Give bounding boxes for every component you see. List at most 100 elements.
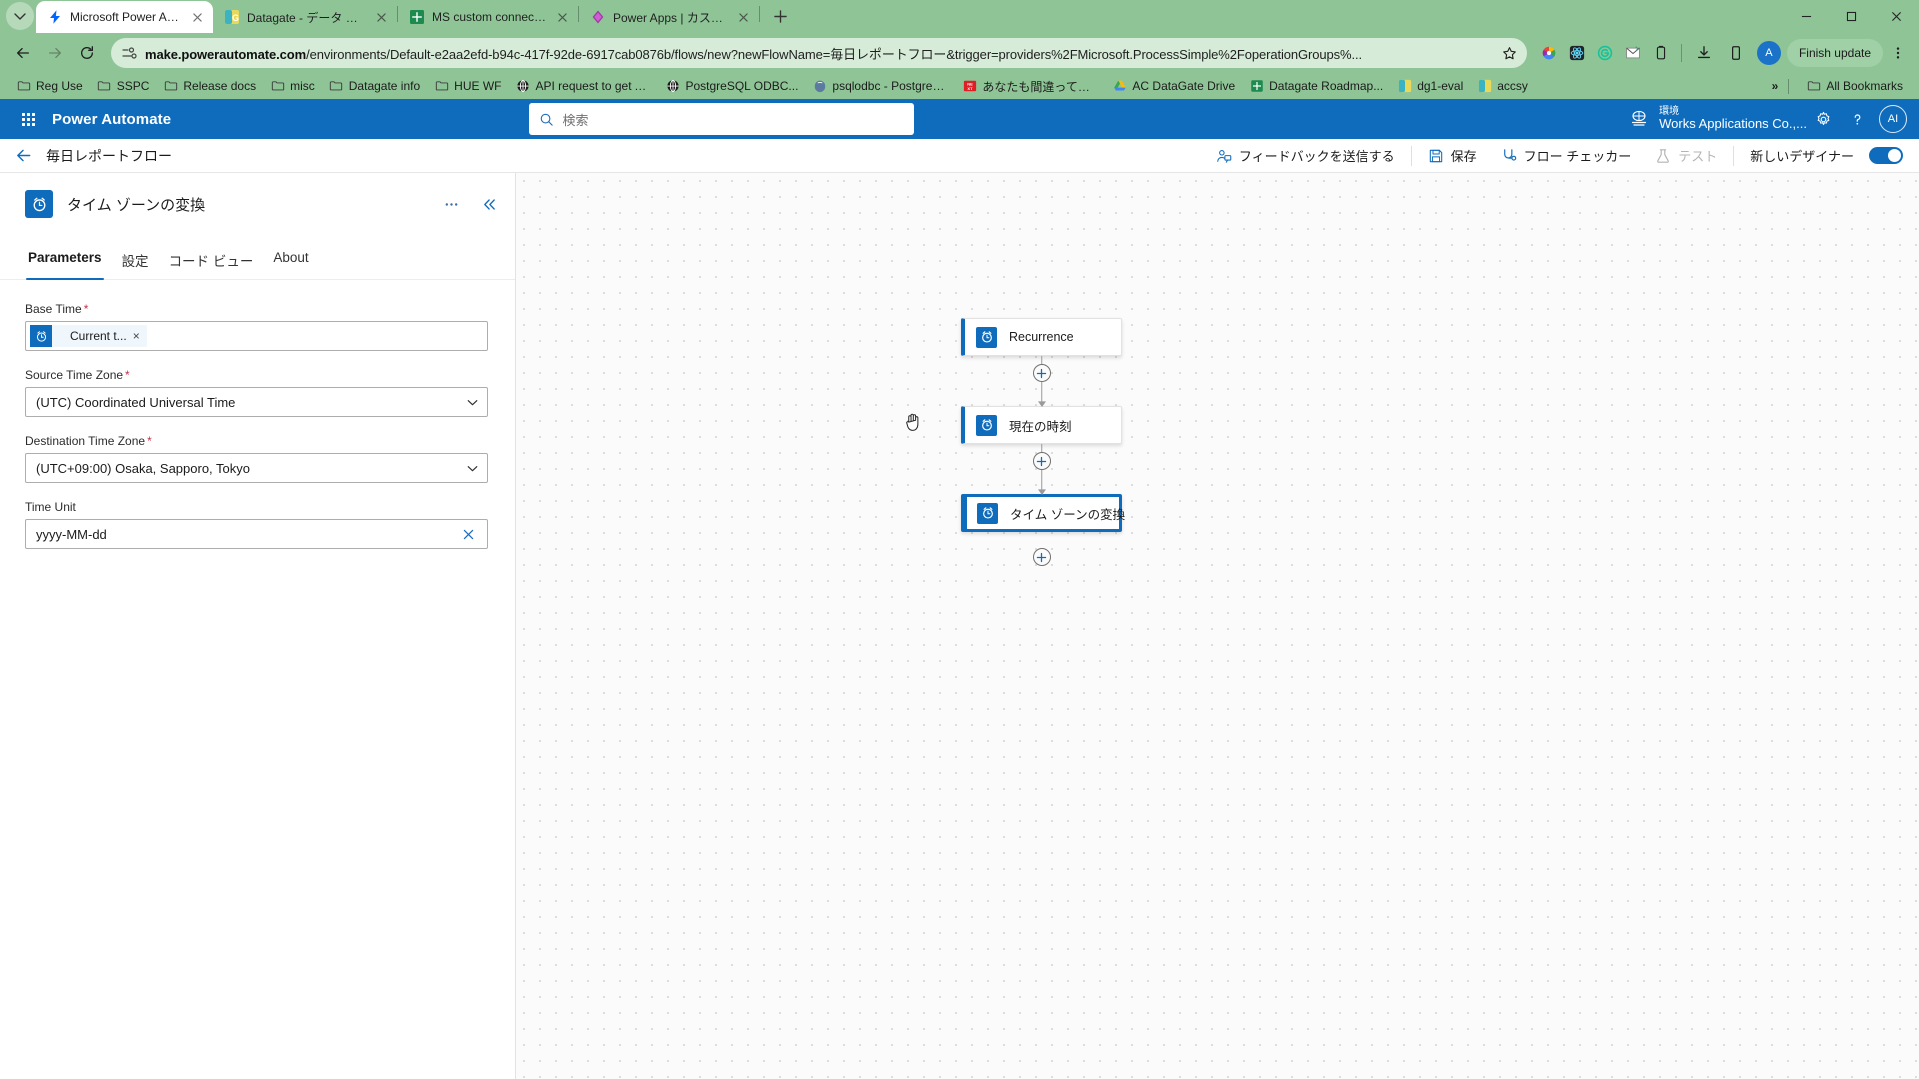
postgres-icon xyxy=(812,79,827,94)
bookmark-item[interactable]: accsy xyxy=(1470,76,1535,97)
help-button[interactable] xyxy=(1841,102,1875,136)
clear-icon[interactable] xyxy=(462,528,479,541)
destination-time-zone-select[interactable]: (UTC+09:00) Osaka, Sapporo, Tokyo xyxy=(25,453,488,483)
tab-title: Datagate - データ ビューアー xyxy=(247,10,366,25)
battery-ext-icon[interactable] xyxy=(1648,40,1674,66)
bookmark-star-icon[interactable] xyxy=(1499,42,1521,64)
time-unit-input[interactable]: yyyy-MM-dd xyxy=(25,519,488,549)
downloads-button[interactable] xyxy=(1689,38,1719,68)
tab-search-button[interactable] xyxy=(6,2,34,30)
bookmarks-overflow-button[interactable]: » xyxy=(1772,79,1779,93)
bookmark-item[interactable]: AC DataGate Drive xyxy=(1105,76,1242,97)
close-window-button[interactable] xyxy=(1874,0,1919,33)
reload-button[interactable] xyxy=(72,38,102,68)
test-flask-icon xyxy=(1657,148,1670,163)
tab-parameters[interactable]: Parameters xyxy=(18,242,112,280)
base-time-input[interactable]: Current t... × xyxy=(25,321,488,351)
panel-more-button[interactable] xyxy=(439,192,463,216)
next-icon: NE XT xyxy=(962,79,977,94)
react-devtools-ext-icon[interactable] xyxy=(1564,40,1590,66)
flow-node-label: 現在の時刻 xyxy=(1009,419,1072,434)
settings-button[interactable] xyxy=(1807,102,1841,136)
flow-checker-button[interactable]: フロー チェッカー xyxy=(1489,139,1644,172)
app-brand[interactable]: Power Automate xyxy=(52,111,171,128)
flow-node-label: Recurrence xyxy=(1009,330,1074,344)
browser-tab-2[interactable]: MS custom connector demo m xyxy=(398,1,578,33)
chevron-down-icon[interactable] xyxy=(466,462,479,475)
source-time-zone-select[interactable]: (UTC) Coordinated Universal Time xyxy=(25,387,488,417)
insert-step-button[interactable] xyxy=(1032,452,1051,470)
all-bookmarks-button[interactable]: All Bookmarks xyxy=(1799,76,1910,97)
bookmark-separator xyxy=(1788,78,1790,94)
tab-settings[interactable]: 設定 xyxy=(112,242,159,279)
test-button[interactable]: テスト xyxy=(1643,139,1729,172)
designer-toggle-switch[interactable] xyxy=(1869,147,1903,164)
close-icon[interactable] xyxy=(554,9,570,25)
browser-tab-3[interactable]: Power Apps | カスタム コネクタ xyxy=(579,1,759,33)
panel-title: タイム ゾーンの変換 xyxy=(67,196,206,214)
profile-avatar[interactable]: A xyxy=(1756,41,1781,65)
bookmark-item[interactable]: Release docs xyxy=(156,76,263,97)
tab-about[interactable]: About xyxy=(263,242,318,279)
bookmark-item[interactable]: SSPC xyxy=(90,76,157,97)
flow-node-current-time[interactable]: 現在の時刻 xyxy=(961,406,1122,444)
base-time-token[interactable]: Current t... × xyxy=(30,325,147,347)
bookmark-item[interactable]: dg1-eval xyxy=(1390,76,1470,97)
environment-picker[interactable]: 環境 Works Applications Co.,... xyxy=(1628,106,1807,132)
finish-update-button[interactable]: Finish update xyxy=(1786,39,1883,67)
close-icon[interactable] xyxy=(189,9,205,25)
flow-name[interactable]: 毎日レポートフロー xyxy=(46,146,172,166)
bookmark-item[interactable]: PostgreSQL ODBC... xyxy=(658,76,805,97)
chrome-menu-button[interactable] xyxy=(1885,40,1911,66)
bookmark-item[interactable]: misc xyxy=(263,76,322,97)
send-feedback-button[interactable]: フィードバックを送信する xyxy=(1204,139,1407,172)
bookmark-item[interactable]: Reg Use xyxy=(9,76,90,97)
color-wheel-ext-icon[interactable] xyxy=(1536,40,1562,66)
device-button[interactable] xyxy=(1721,38,1751,68)
bookmark-item[interactable]: NEXT あなたも間違ってるかも... xyxy=(955,75,1105,98)
gmail-ext-icon[interactable] xyxy=(1620,40,1646,66)
new-designer-toggle[interactable]: 新しいデザイナー xyxy=(1738,139,1909,172)
maximize-button[interactable] xyxy=(1829,0,1874,33)
minimize-button[interactable] xyxy=(1784,0,1829,33)
save-button[interactable]: 保存 xyxy=(1416,139,1489,172)
bookmark-item[interactable]: Datagate Roadmap... xyxy=(1242,76,1390,97)
close-icon[interactable] xyxy=(735,9,751,25)
grammarly-ext-icon[interactable] xyxy=(1592,40,1618,66)
panel-collapse-button[interactable] xyxy=(477,192,501,216)
flow-node-recurrence[interactable]: Recurrence xyxy=(961,318,1122,356)
bookmark-label: あなたも間違ってるかも... xyxy=(982,79,1099,94)
remove-token-icon[interactable]: × xyxy=(133,329,147,343)
field-destination-time-zone: Destination Time Zone * (UTC+09:00) Osaka… xyxy=(25,434,488,483)
close-icon[interactable] xyxy=(373,9,389,25)
bookmark-item[interactable]: API request to get A... xyxy=(508,76,658,97)
bookmark-item[interactable]: HUE WF xyxy=(427,76,508,97)
new-tab-button[interactable] xyxy=(766,2,794,30)
chevron-down-icon[interactable] xyxy=(466,396,479,409)
required-asterisk: * xyxy=(147,434,152,448)
clock-icon xyxy=(976,326,997,348)
field-base-time: Base Time * Current t... × xyxy=(25,302,488,351)
site-settings-icon[interactable] xyxy=(121,45,137,61)
flow-node-convert-time-zone[interactable]: タイム ゾーンの変換 xyxy=(961,494,1126,532)
browser-tab-1[interactable]: G Datagate - データ ビューアー xyxy=(213,1,397,33)
back-to-flows-button[interactable] xyxy=(10,143,36,169)
bookmark-item[interactable]: Datagate info xyxy=(322,76,427,97)
address-bar[interactable]: make.powerautomate.com/environments/Defa… xyxy=(111,38,1527,68)
more-vertical-icon xyxy=(1896,47,1900,59)
forward-button[interactable] xyxy=(40,38,70,68)
browser-tab-0[interactable]: Microsoft Power Automate xyxy=(36,1,213,33)
tab-code-view[interactable]: コード ビュー xyxy=(159,242,264,279)
flow-node-label: タイム ゾーンの変換 xyxy=(1010,507,1126,522)
search-input[interactable]: 検索 xyxy=(528,103,914,135)
app-launcher-button[interactable] xyxy=(12,103,44,135)
flow-canvas[interactable]: Recurrence 現在の時刻 タイム ゾーンの変換 xyxy=(516,173,1919,1079)
back-button[interactable] xyxy=(8,38,38,68)
insert-step-button[interactable] xyxy=(1032,364,1051,382)
panel-header: タイム ゾーンの変換 xyxy=(0,173,515,218)
user-avatar[interactable]: AI xyxy=(1878,105,1907,133)
all-bookmarks-label: All Bookmarks xyxy=(1826,79,1903,93)
bookmark-item[interactable]: psqlodbc - PostgreS... xyxy=(805,76,955,97)
grab-hand-cursor xyxy=(904,411,923,433)
add-step-button[interactable] xyxy=(1032,548,1051,566)
